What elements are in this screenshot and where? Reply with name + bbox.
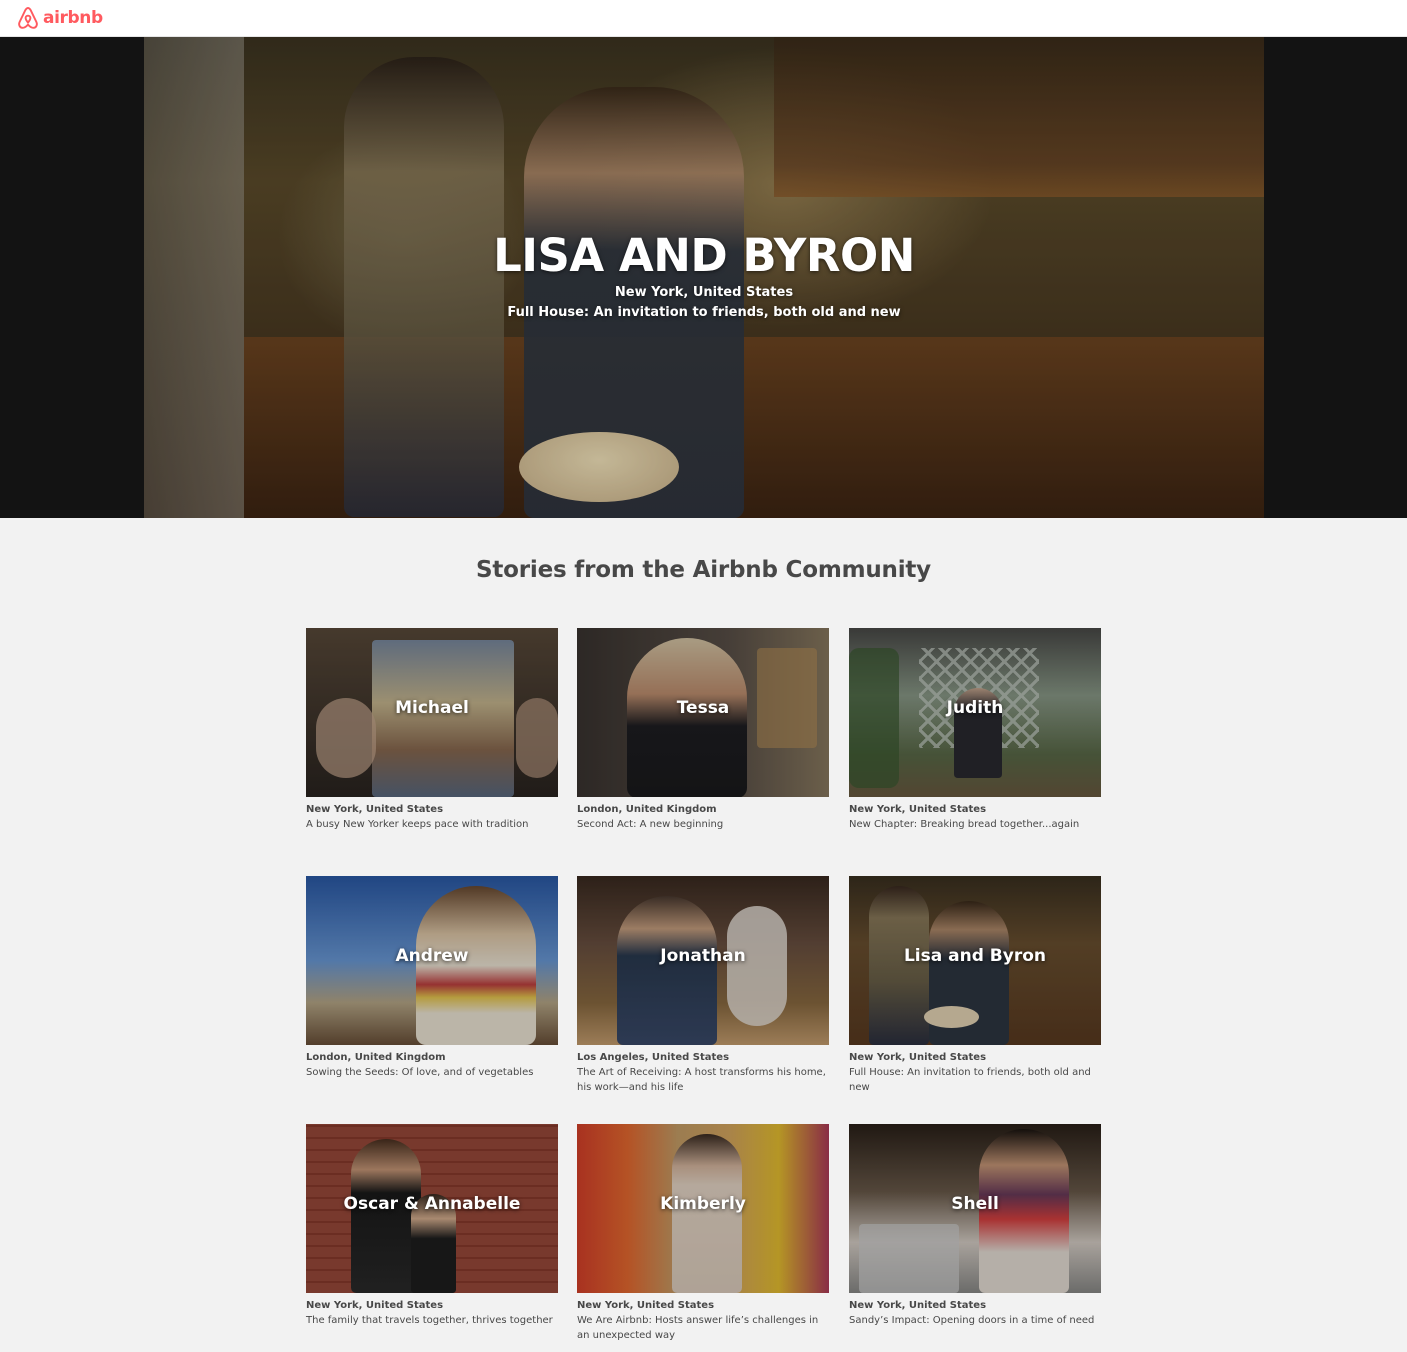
airbnb-logo-link[interactable]: airbnb: [17, 6, 103, 30]
top-navigation-bar: airbnb: [0, 0, 1407, 37]
story-card: Judith New York, United States New Chapt…: [849, 628, 1101, 832]
story-name: Jonathan: [660, 946, 746, 966]
story-location: Los Angeles, United States: [577, 1052, 730, 1063]
story-name: Michael: [395, 698, 469, 718]
story-name: Lisa and Byron: [903, 946, 1047, 966]
hero-banner: LISA AND BYRON New York, United States F…: [0, 37, 1407, 518]
story-description[interactable]: The Art of Receiving: A host transforms …: [577, 1065, 829, 1095]
hero-title: LISA AND BYRON: [493, 229, 915, 282]
story-location: London, United Kingdom: [306, 1052, 446, 1063]
story-card: Shell New York, United States Sandy’s Im…: [849, 1124, 1101, 1328]
story-name: Kimberly: [660, 1194, 746, 1214]
story-card-image-link[interactable]: Jonathan: [577, 876, 829, 1045]
story-description[interactable]: Second Act: A new beginning: [577, 817, 829, 832]
airbnb-belo-icon: [18, 7, 38, 29]
story-location: New York, United States: [577, 1300, 715, 1311]
story-card-image-link[interactable]: Oscar & Annabelle: [306, 1124, 558, 1293]
story-description[interactable]: Sandy’s Impact: Opening doors in a time …: [849, 1313, 1101, 1328]
story-location: New York, United States: [849, 1300, 987, 1311]
story-name: Shell: [951, 1194, 999, 1214]
hero-subtitle: Full House: An invitation to friends, bo…: [507, 305, 901, 320]
story-description[interactable]: Sowing the Seeds: Of love, and of vegeta…: [306, 1065, 558, 1080]
story-description[interactable]: The family that travels together, thrive…: [306, 1313, 558, 1328]
story-name: Tessa: [676, 698, 730, 718]
story-card-image-link[interactable]: Andrew: [306, 876, 558, 1045]
story-card: Kimberly New York, United States We Are …: [577, 1124, 829, 1343]
story-card-image-link[interactable]: Tessa: [577, 628, 829, 797]
story-card: Jonathan Los Angeles, United States The …: [577, 876, 829, 1095]
story-card-image-link[interactable]: Kimberly: [577, 1124, 829, 1293]
logo-wordmark: airbnb: [43, 8, 103, 28]
story-card-image-link[interactable]: Judith: [849, 628, 1101, 797]
story-description[interactable]: New Chapter: Breaking bread together...a…: [849, 817, 1101, 832]
story-location: New York, United States: [306, 1300, 444, 1311]
story-location: London, United Kingdom: [577, 804, 717, 815]
section-title: Stories from the Airbnb Community: [476, 557, 931, 583]
story-location: New York, United States: [306, 804, 444, 815]
story-description[interactable]: We Are Airbnb: Hosts answer life’s chall…: [577, 1313, 829, 1343]
story-card: Oscar & Annabelle New York, United State…: [306, 1124, 558, 1328]
story-card: Michael New York, United States A busy N…: [306, 628, 558, 832]
story-description[interactable]: Full House: An invitation to friends, bo…: [849, 1065, 1101, 1095]
story-card: Andrew London, United Kingdom Sowing the…: [306, 876, 558, 1080]
story-card-image-link[interactable]: Michael: [306, 628, 558, 797]
story-location: New York, United States: [849, 804, 987, 815]
story-description[interactable]: A busy New Yorker keeps pace with tradit…: [306, 817, 558, 832]
story-name: Andrew: [395, 946, 469, 966]
story-card: Lisa and Byron New York, United States F…: [849, 876, 1101, 1095]
story-name: Judith: [946, 698, 1004, 718]
story-card-image-link[interactable]: Shell: [849, 1124, 1101, 1293]
story-card: Tessa London, United Kingdom Second Act:…: [577, 628, 829, 832]
story-location: New York, United States: [849, 1052, 987, 1063]
story-name: Oscar & Annabelle: [343, 1194, 521, 1214]
story-card-image-link[interactable]: Lisa and Byron: [849, 876, 1101, 1045]
hero-location: New York, United States: [614, 285, 794, 300]
